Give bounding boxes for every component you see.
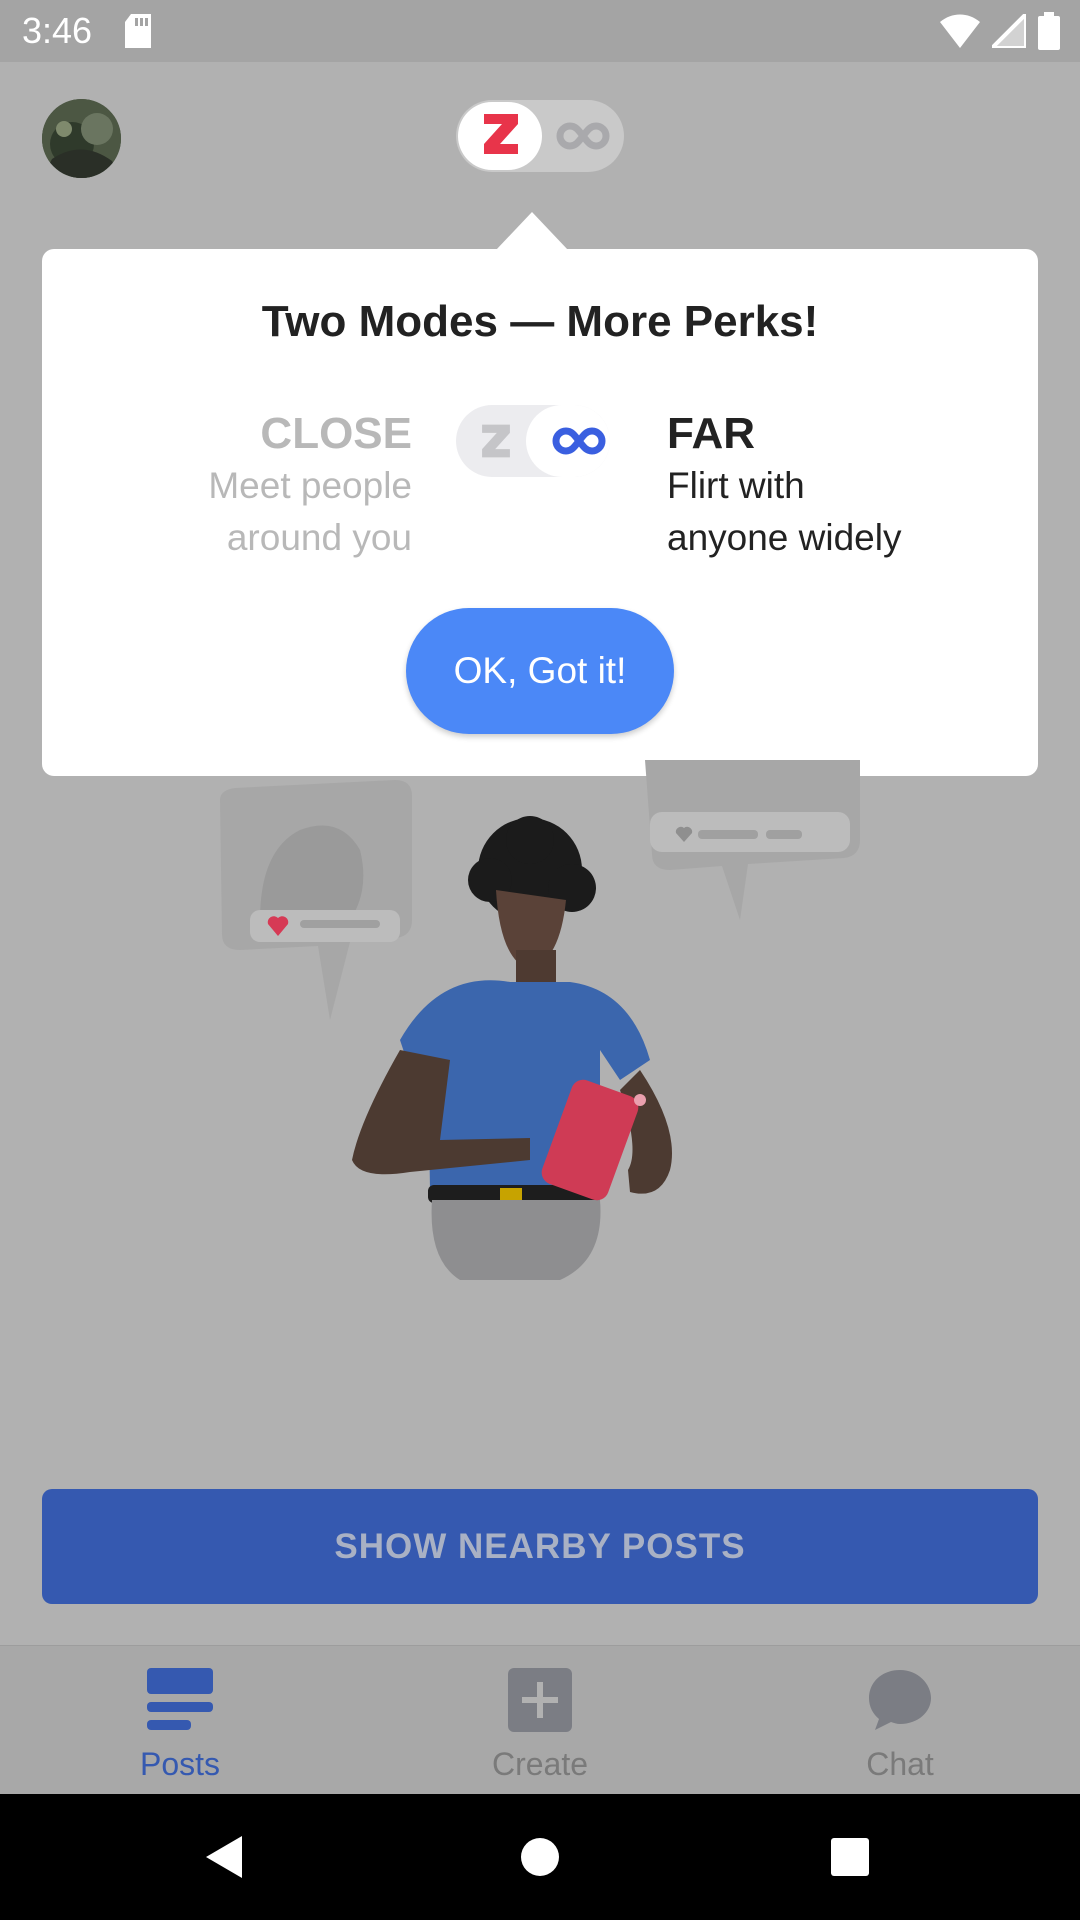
show-nearby-posts-button[interactable]: SHOW NEARBY POSTS — [42, 1489, 1038, 1604]
bottom-navigation: Posts Create Chat — [0, 1645, 1080, 1795]
cell-signal-icon — [987, 9, 1028, 53]
nav-label-chat: Chat — [866, 1746, 934, 1782]
posts-icon — [147, 1668, 213, 1739]
chat-icon — [867, 1670, 933, 1739]
ok-got-it-button[interactable]: OK, Got it! — [406, 608, 674, 734]
tooltip-title: Two Modes — More Perks! — [261, 297, 819, 346]
close-mode-heading: CLOSE — [260, 409, 412, 458]
system-nav-bar — [0, 1794, 1080, 1920]
wifi-icon — [940, 14, 980, 53]
back-icon[interactable] — [204, 1834, 244, 1885]
far-mode-desc-2: anyone widely — [667, 517, 902, 558]
nav-label-posts: Posts — [139, 1746, 221, 1782]
close-mode-desc-1: Meet people — [208, 465, 412, 506]
mode-toggle[interactable] — [456, 100, 624, 172]
far-mode-icon — [552, 427, 606, 460]
profile-avatar[interactable] — [42, 99, 121, 178]
home-icon[interactable] — [520, 1834, 560, 1885]
far-mode-icon — [556, 122, 610, 155]
nav-item-chat[interactable]: Chat — [800, 1668, 1000, 1783]
recents-icon[interactable] — [830, 1834, 870, 1885]
close-mode-icon — [484, 112, 518, 161]
nav-item-posts[interactable]: Posts — [80, 1668, 280, 1783]
mode-illustration-toggle — [456, 405, 610, 477]
nav-label-create: Create — [491, 1746, 589, 1782]
close-mode-icon — [480, 423, 512, 464]
battery-icon — [1038, 12, 1060, 55]
close-mode-desc-2: around you — [226, 517, 412, 558]
far-mode-heading: FAR — [667, 409, 755, 458]
tooltip-pointer — [496, 212, 568, 250]
nav-item-create[interactable]: Create — [440, 1668, 640, 1783]
far-mode-desc-1: Flirt with — [667, 465, 805, 506]
person-with-phone-illustration — [200, 760, 880, 1300]
modes-tooltip: Two Modes — More Perks! CLOSE Meet peopl… — [42, 249, 1038, 776]
sd-card-icon — [125, 14, 153, 53]
create-icon — [508, 1668, 572, 1739]
close-mode-info: CLOSE Meet people around you — [208, 409, 412, 563]
far-mode-info: FAR Flirt with anyone widely — [667, 409, 901, 563]
status-time: 3:46 — [22, 10, 93, 51]
status-bar: 3:46 — [0, 0, 1080, 62]
